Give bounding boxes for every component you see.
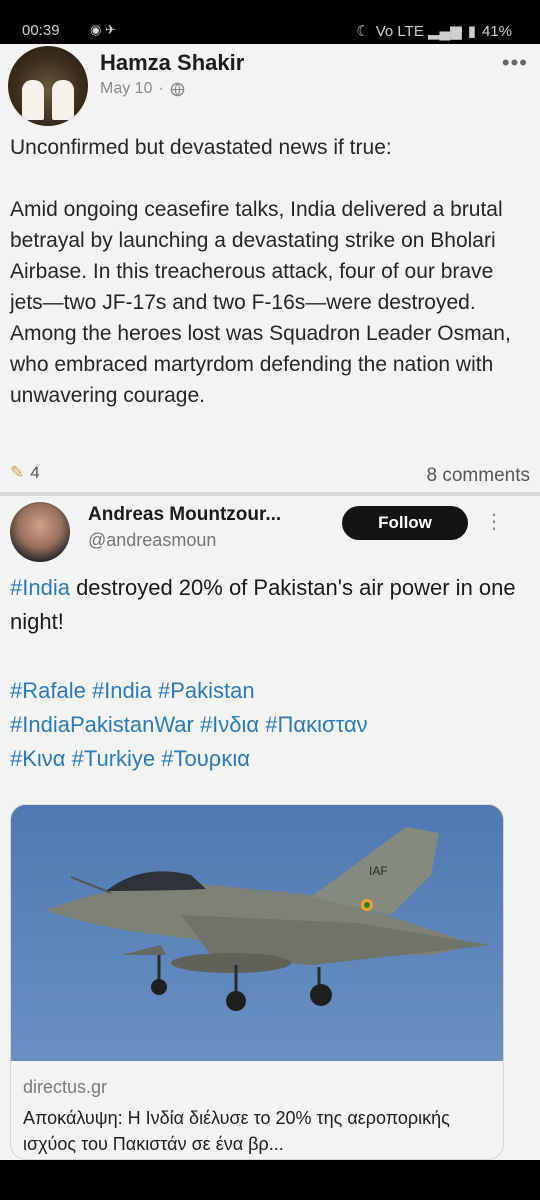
tw-author-handle[interactable]: @andreasmoun	[88, 530, 216, 551]
card-domain: directus.gr	[23, 1077, 108, 1097]
separator-dot: ·	[158, 80, 164, 97]
moon-icon: ☾	[356, 23, 370, 40]
tw-hashtags: #Rafale #India #Pakistan #IndiaPakistanW…	[10, 674, 530, 776]
like-icon: ✎	[10, 463, 25, 482]
hashtag-line[interactable]: #Κινα #Turkiye #Τουρκια	[10, 742, 530, 776]
fb-post-date[interactable]: May 10	[100, 80, 152, 98]
fighter-jet-image: IAF	[11, 805, 503, 1061]
card-title: Αποκάλυψη: Η Ινδία διέλυσε το 20% της αε…	[23, 1108, 450, 1154]
fb-reactions[interactable]: ✎ 4	[10, 463, 40, 483]
avatar-figure	[52, 80, 74, 120]
hashtag-link[interactable]: #India	[10, 575, 70, 600]
reaction-count: 4	[30, 463, 40, 482]
fb-author-name[interactable]: Hamza Shakir	[100, 50, 244, 76]
battery-icon: ▮	[467, 23, 476, 40]
status-right: ☾ Vo LTE ▂▄▆ ▮ 41%	[356, 22, 512, 41]
tw-post-text: #India destroyed 20% of Pakistan's air p…	[10, 571, 530, 639]
system-nav-bar	[0, 1160, 540, 1200]
link-card[interactable]: IAF directus.gr Αποκάλυψη: Η Ινδία διέλυ…	[10, 804, 504, 1160]
screen: Hamza Shakir May 10 · ••• Unconfirmed bu…	[0, 44, 540, 1160]
hashtag-line[interactable]: #Rafale #India #Pakistan	[10, 674, 530, 708]
fin-text: IAF	[369, 864, 388, 878]
more-options-icon[interactable]: ⋮	[484, 509, 504, 534]
battery-level: 41%	[481, 22, 512, 40]
avatar-figure	[22, 80, 44, 120]
fb-post-meta: May 10 ·	[100, 80, 185, 98]
post-divider	[0, 492, 540, 496]
status-bar: 00:39 ◉ ✈ ☾ Vo LTE ▂▄▆ ▮ 41%	[0, 0, 540, 44]
hashtag-line[interactable]: #IndiaPakistanWar #Ινδια #Πακισταν	[10, 708, 530, 742]
tw-text-body: destroyed 20% of Pakistan's air power in…	[10, 575, 516, 634]
signal-icon: Vo LTE ▂▄▆	[375, 23, 462, 40]
more-options-icon[interactable]: •••	[502, 50, 528, 76]
fb-comments-link[interactable]: 8 comments	[427, 465, 530, 487]
globe-icon	[170, 82, 185, 96]
tw-author-avatar[interactable]	[10, 502, 70, 562]
fb-author-avatar[interactable]	[8, 46, 88, 126]
notification-icons: ◉ ✈	[90, 22, 116, 37]
tw-author-name[interactable]: Andreas Mountzour...	[88, 504, 281, 526]
follow-button[interactable]: Follow	[342, 506, 468, 540]
fb-post-text: Unconfirmed but devastated news if true:…	[10, 136, 511, 407]
status-time: 00:39	[22, 22, 60, 39]
